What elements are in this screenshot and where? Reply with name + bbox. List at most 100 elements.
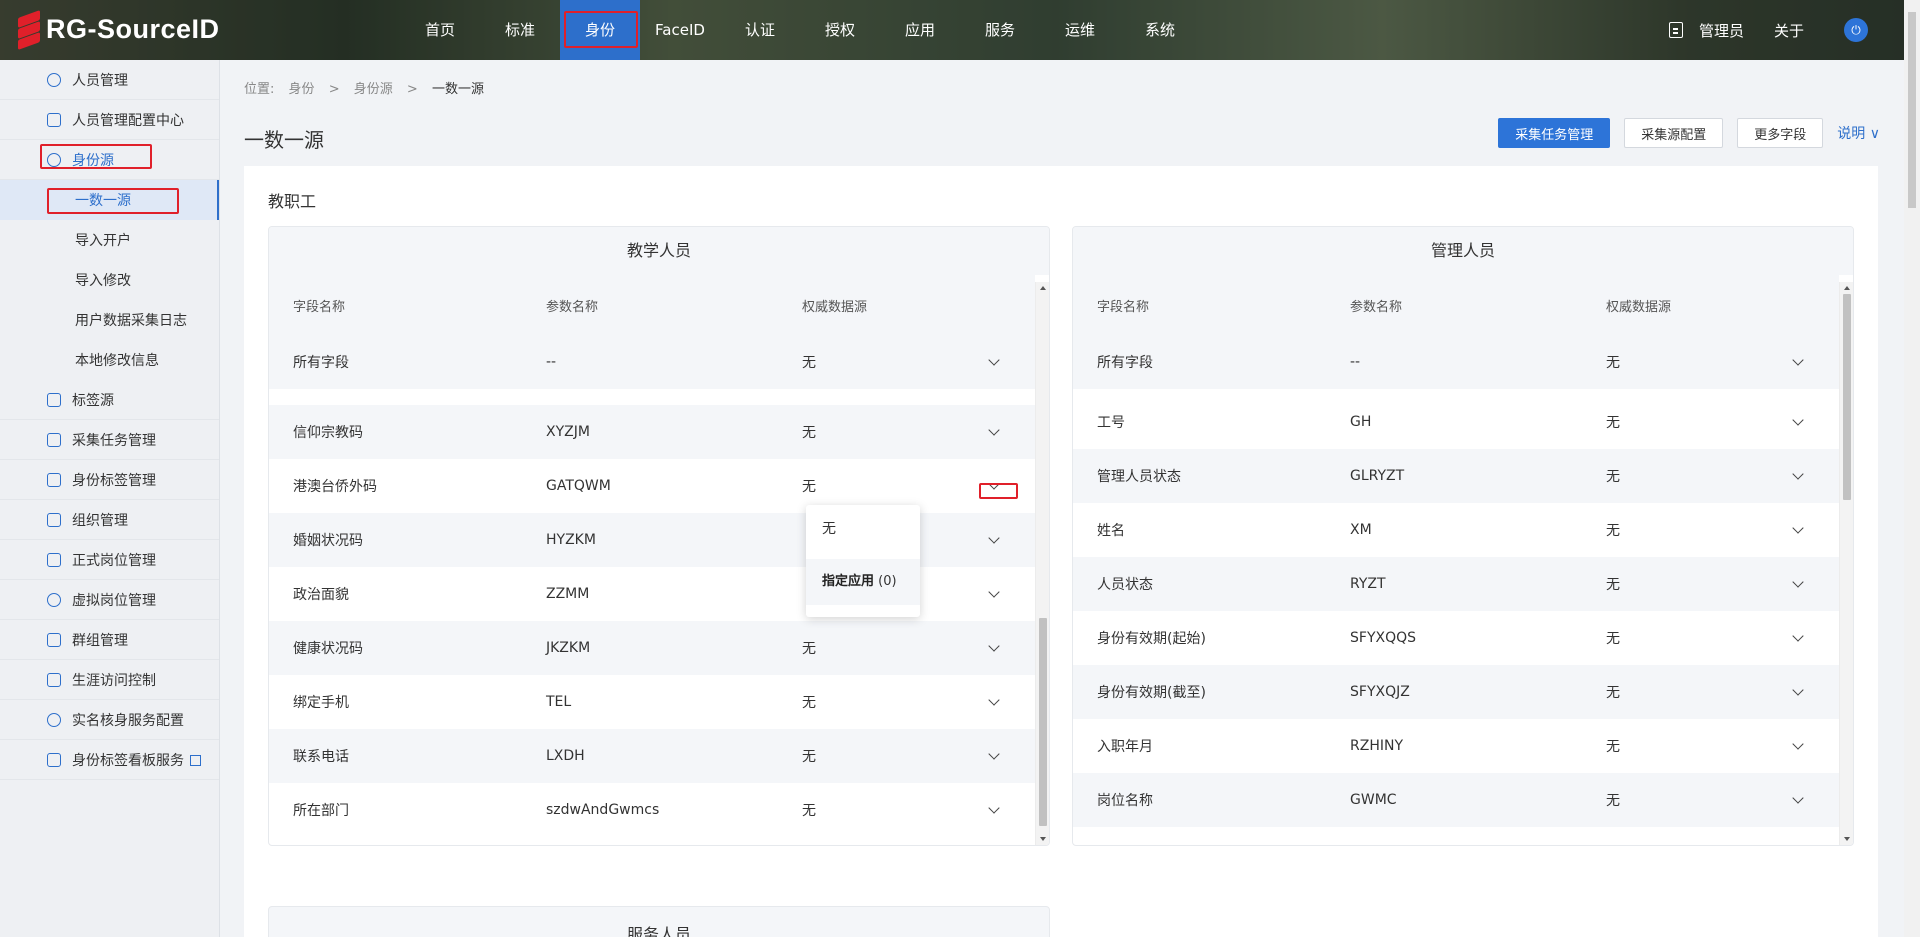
sidebar-item-tag-dashboard[interactable]: 身份标签看板服务: [0, 740, 219, 780]
nav-home[interactable]: 首页: [400, 0, 480, 60]
verify-icon: [47, 713, 61, 727]
scroll-thumb[interactable]: [1908, 12, 1916, 208]
source-select-toggle[interactable]: [976, 748, 1026, 764]
source-select-toggle[interactable]: [976, 478, 1026, 494]
breadcrumb-item[interactable]: 身份源: [354, 82, 393, 97]
nav-auth[interactable]: 认证: [720, 0, 800, 60]
chevron-down-icon: [1792, 468, 1804, 480]
sidebar-item-virtual-post[interactable]: 虚拟岗位管理: [0, 580, 219, 620]
dropdown-option-none[interactable]: 无: [806, 505, 920, 553]
column-header: 权威数据源: [802, 299, 868, 315]
user-menu[interactable]: 管理员: [1699, 20, 1744, 41]
column-headers: 字段名称 参数名称 权威数据源: [269, 275, 1035, 335]
document-icon[interactable]: [1668, 22, 1683, 38]
teaching-scrollbar[interactable]: [1035, 282, 1049, 845]
sidebar-item-label: 群组管理: [72, 632, 128, 649]
param-name: GATQWM: [546, 478, 611, 494]
sidebar-item-label: 身份标签看板服务: [72, 752, 184, 769]
sidebar-item-identity-source[interactable]: 身份源: [0, 140, 219, 180]
scroll-thumb[interactable]: [1843, 294, 1851, 500]
source-select-toggle[interactable]: [976, 586, 1026, 602]
logout-icon[interactable]: ⏻: [1844, 18, 1868, 42]
page-scrollbar[interactable]: [1904, 0, 1920, 937]
more-fields-button[interactable]: 更多字段: [1737, 118, 1824, 148]
field-name: 所有字段: [293, 355, 349, 371]
param-name: LXDH: [546, 748, 585, 764]
source-select-toggle[interactable]: [976, 354, 1026, 370]
sidebar-item-person-config[interactable]: 人员管理配置中心: [0, 100, 219, 140]
main-nav: 首页 标准 身份 FaceID 认证 授权 应用 服务 运维 系统: [400, 0, 1200, 60]
sidebar-sub-local-modify[interactable]: 本地修改信息: [0, 340, 219, 380]
chevron-down-icon: [1792, 630, 1804, 642]
sidebar-sub-one-source[interactable]: 一数一源: [0, 180, 219, 220]
param-name: GWMC: [1350, 792, 1397, 808]
help-label: 说明: [1837, 126, 1866, 142]
scroll-up-icon[interactable]: [1844, 286, 1850, 290]
sidebar-sub-import-modify[interactable]: 导入修改: [0, 260, 219, 300]
nav-identity[interactable]: 身份: [560, 0, 640, 60]
nav-service[interactable]: 服务: [960, 0, 1040, 60]
breadcrumb: 位置: 身份 > 身份源 > 一数一源: [244, 78, 494, 97]
dropdown-option-specified-app[interactable]: 指定应用 (0): [806, 559, 920, 605]
source-select-toggle[interactable]: [1780, 684, 1830, 700]
param-name: XM: [1350, 522, 1372, 538]
sidebar-item-access-control[interactable]: 生涯访问控制: [0, 660, 219, 700]
collect-task-button[interactable]: 采集任务管理: [1498, 118, 1611, 148]
sidebar-sub-import-open[interactable]: 导入开户: [0, 220, 219, 260]
source-select-toggle[interactable]: [1780, 354, 1830, 370]
sidebar-item-org-mgmt[interactable]: 组织管理: [0, 500, 219, 540]
source-select-toggle[interactable]: [976, 640, 1026, 656]
source-select-toggle[interactable]: [1780, 522, 1830, 538]
source-config-button[interactable]: 采集源配置: [1624, 118, 1724, 148]
sidebar-item-task-mgmt[interactable]: 采集任务管理: [0, 420, 219, 460]
sidebar-item-tag-source[interactable]: 标签源: [0, 380, 219, 420]
sidebar-item-group-mgmt[interactable]: 群组管理: [0, 620, 219, 660]
table-row: 信仰宗教码 XYZJM 无: [269, 405, 1035, 459]
panel-title: 服务人员: [626, 925, 691, 937]
table-row: 政治面貌 ZZMM: [269, 567, 1035, 621]
sidebar-item-person-mgmt[interactable]: 人员管理: [0, 60, 219, 100]
chevron-down-icon: [988, 694, 1000, 706]
source-select-toggle[interactable]: [976, 802, 1026, 818]
param-name: GLRYZT: [1350, 468, 1405, 484]
nav-ops[interactable]: 运维: [1040, 0, 1120, 60]
source-select-toggle[interactable]: [1780, 792, 1830, 808]
scroll-up-icon[interactable]: [1040, 286, 1046, 290]
field-name: 健康状况码: [293, 641, 363, 657]
source-value: 无: [1606, 631, 1620, 647]
nav-system[interactable]: 系统: [1120, 0, 1200, 60]
nav-standard[interactable]: 标准: [480, 0, 560, 60]
field-name: 姓名: [1097, 523, 1125, 539]
sidebar-item-identity-tag[interactable]: 身份标签管理: [0, 460, 219, 500]
help-link[interactable]: 说明 ∨: [1837, 123, 1880, 143]
chevron-down-icon: [1792, 354, 1804, 366]
nav-faceid[interactable]: FaceID: [640, 0, 720, 60]
source-select-toggle[interactable]: [1780, 468, 1830, 484]
breadcrumb-item[interactable]: 身份: [289, 82, 315, 97]
nav-app[interactable]: 应用: [880, 0, 960, 60]
source-select-toggle[interactable]: [1780, 576, 1830, 592]
source-value: 无: [802, 355, 816, 371]
sidebar-item-realname-config[interactable]: 实名核身服务配置: [0, 700, 219, 740]
nav-authorize[interactable]: 授权: [800, 0, 880, 60]
scroll-down-icon[interactable]: [1844, 837, 1850, 841]
brand-logo[interactable]: RG-SourceID: [18, 9, 220, 51]
sidebar-sub-collect-log[interactable]: 用户数据采集日志: [0, 300, 219, 340]
about-link[interactable]: 关于: [1774, 20, 1804, 41]
scroll-down-icon[interactable]: [1040, 837, 1046, 841]
source-select-toggle[interactable]: [1780, 738, 1830, 754]
management-scrollbar[interactable]: [1839, 282, 1853, 845]
param-name: SFYXQJZ: [1350, 684, 1410, 700]
sidebar-item-formal-post[interactable]: 正式岗位管理: [0, 540, 219, 580]
source-select-toggle[interactable]: [976, 424, 1026, 440]
param-name: ZZMM: [546, 586, 590, 602]
source-select-toggle[interactable]: [1780, 414, 1830, 430]
management-panel: 管理人员 字段名称 参数名称 权威数据源 所有字段 -- 无 工号 GH 无 管…: [1072, 226, 1854, 846]
source-select-toggle[interactable]: [976, 532, 1026, 548]
scroll-thumb[interactable]: [1039, 618, 1047, 826]
source-select-toggle[interactable]: [1780, 630, 1830, 646]
field-name: 信仰宗教码: [293, 425, 363, 441]
field-name: 人员状态: [1097, 577, 1153, 593]
source-select-toggle[interactable]: [976, 694, 1026, 710]
breadcrumb-separator: >: [406, 82, 418, 97]
